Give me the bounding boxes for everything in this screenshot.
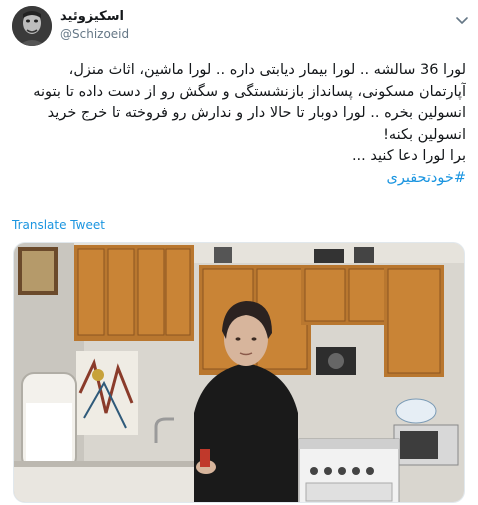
tweet-line: آپارتمان مسکونی، پسانداز بازنشستگی و سگش… <box>33 83 466 100</box>
translate-tweet-link[interactable]: Translate Tweet <box>12 218 105 232</box>
avatar[interactable] <box>12 6 52 46</box>
tweet-text: لورا 36 سالشه .. لورا بیمار دیابتی داره … <box>11 60 466 189</box>
author-handle[interactable]: @Schizoeid <box>60 27 129 41</box>
tweet-line: برا لورا دعا کنید ... <box>351 148 466 164</box>
tweet-line: انسولین بخره .. لورا دوبار تا حالا دار و… <box>47 105 466 121</box>
hashtag-link[interactable]: #خودتحقیری <box>11 168 466 190</box>
tweet-line: لورا 36 سالشه .. لورا بیمار دیابتی داره … <box>68 62 466 78</box>
tweet-card: اسکیزوئید @Schizoeid لورا 36 سالشه .. لو… <box>0 0 478 505</box>
chevron-down-icon[interactable] <box>455 12 469 26</box>
tweet-photo[interactable] <box>13 242 465 503</box>
tweet-line: انسولین بکنه! <box>383 126 466 143</box>
author-display-name[interactable]: اسکیزوئید <box>60 9 124 24</box>
